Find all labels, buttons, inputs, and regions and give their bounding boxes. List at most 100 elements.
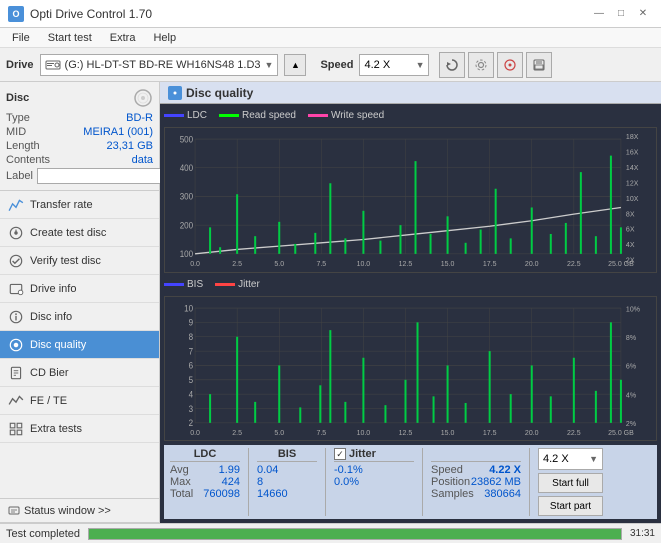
- extra-tests-icon: [8, 421, 24, 437]
- label-input[interactable]: [37, 168, 175, 184]
- sidebar-item-cd-bier[interactable]: CD Bier: [0, 359, 159, 387]
- status-window-button[interactable]: Status window >>: [0, 499, 159, 523]
- legend-jitter-label: Jitter: [238, 279, 260, 290]
- total-bis: 14660: [257, 488, 288, 500]
- sidebar-item-fe-te[interactable]: FE / TE: [0, 387, 159, 415]
- close-button[interactable]: ✕: [633, 5, 653, 23]
- sidebar-status: Status window >>: [0, 498, 159, 523]
- svg-text:12X: 12X: [626, 178, 639, 187]
- save-icon: [532, 58, 546, 72]
- svg-text:5.0: 5.0: [274, 427, 284, 436]
- svg-text:5.0: 5.0: [274, 259, 284, 268]
- svg-text:25.0 GB: 25.0 GB: [608, 427, 634, 436]
- drive-select[interactable]: (G:) HL-DT-ST BD-RE WH16NS48 1.D3 ▼: [40, 54, 279, 76]
- disc-quality-icon: [8, 337, 24, 353]
- chart1-legend: LDC Read speed Write speed: [164, 108, 657, 123]
- svg-text:400: 400: [180, 163, 194, 173]
- disc-info-icon: [8, 309, 24, 325]
- position-value: 23862 MB: [471, 476, 521, 488]
- disc-button[interactable]: [497, 52, 523, 78]
- drive-info-icon: [8, 281, 24, 297]
- sidebar-item-verify-test-disc[interactable]: Verify test disc: [0, 247, 159, 275]
- gear-icon: [474, 58, 488, 72]
- refresh-button[interactable]: [439, 52, 465, 78]
- speed-stat-value: 4.22 X: [489, 464, 521, 476]
- sidebar-item-drive-info[interactable]: Drive info: [0, 275, 159, 303]
- write-color-swatch: [308, 114, 328, 117]
- status-window-label: Status window >>: [24, 505, 111, 517]
- settings-button[interactable]: [468, 52, 494, 78]
- svg-text:22.5: 22.5: [567, 427, 581, 436]
- legend-jitter: Jitter: [215, 279, 260, 290]
- nav-label-disc-quality: Disc quality: [30, 339, 86, 351]
- disc-contents-row: Contents data: [6, 154, 153, 166]
- type-value: BD-R: [126, 112, 153, 124]
- time-elapsed: 31:31: [630, 528, 655, 539]
- svg-text:7.5: 7.5: [316, 259, 326, 268]
- speed-dropdown[interactable]: 4.2 X ▼: [538, 448, 603, 470]
- svg-text:17.5: 17.5: [483, 427, 497, 436]
- start-full-button[interactable]: Start full: [538, 473, 603, 493]
- nav-label-cd-bier: CD Bier: [30, 367, 69, 379]
- disc-header: Disc: [6, 88, 153, 108]
- avg-ldc: 1.99: [219, 464, 240, 476]
- stats-panel: LDC Avg 1.99 Max 424 Total 760098: [164, 445, 657, 519]
- sidebar-item-disc-info[interactable]: Disc info: [0, 303, 159, 331]
- titlebar-controls: — □ ✕: [589, 5, 653, 23]
- bis-max-row: 8: [257, 476, 317, 488]
- position-stats: Speed 4.22 X Position 23862 MB Samples 3…: [431, 448, 521, 516]
- svg-text:22.5: 22.5: [567, 259, 581, 268]
- save-button[interactable]: [526, 52, 552, 78]
- divider3: [422, 448, 423, 516]
- drive-icon: [45, 57, 61, 73]
- divider4: [529, 448, 530, 516]
- contents-label: Contents: [6, 154, 50, 166]
- sidebar-item-extra-tests[interactable]: Extra tests: [0, 415, 159, 443]
- progress-label: 100.0%: [89, 539, 621, 540]
- legend-read-label: Read speed: [242, 110, 296, 121]
- length-label: Length: [6, 140, 40, 152]
- speed-select[interactable]: 4.2 X ▼: [359, 54, 429, 76]
- type-label: Type: [6, 112, 30, 124]
- menu-help[interactable]: Help: [145, 30, 184, 46]
- mid-value: MEIRA1 (001): [83, 126, 153, 138]
- speed-label: Speed: [320, 59, 353, 71]
- svg-text:15.0: 15.0: [441, 427, 455, 436]
- cd-bier-icon: [8, 365, 24, 381]
- quality-header-icon: [170, 88, 180, 98]
- titlebar-left: O Opti Drive Control 1.70: [8, 6, 152, 22]
- svg-text:20.0: 20.0: [525, 259, 539, 268]
- menu-extra[interactable]: Extra: [102, 30, 144, 46]
- avg-bis: 0.04: [257, 464, 278, 476]
- start-part-button[interactable]: Start part: [538, 496, 603, 516]
- legend-ldc: LDC: [164, 110, 207, 121]
- chart1-container: 500 400 300 200 100 18X 16X 14X 12X 10X …: [164, 127, 657, 273]
- fe-te-icon: [8, 393, 24, 409]
- samples-row: Samples 380664: [431, 488, 521, 500]
- ldc-stats: LDC Avg 1.99 Max 424 Total 760098: [170, 448, 240, 516]
- menu-file[interactable]: File: [4, 30, 38, 46]
- svg-text:20.0: 20.0: [525, 427, 539, 436]
- sidebar-item-disc-quality[interactable]: Disc quality: [0, 331, 159, 359]
- menubar: File Start test Extra Help: [0, 28, 661, 48]
- sidebar-item-create-test-disc[interactable]: Create test disc: [0, 219, 159, 247]
- progress-fill: [89, 529, 621, 539]
- app-icon: O: [8, 6, 24, 22]
- ldc-total-row: Total 760098: [170, 488, 240, 500]
- transfer-rate-icon: [8, 197, 24, 213]
- svg-text:5: 5: [189, 374, 194, 384]
- disc-type-row: Type BD-R: [6, 112, 153, 124]
- jitter-checkbox[interactable]: ✓: [334, 448, 346, 460]
- minimize-button[interactable]: —: [589, 5, 609, 23]
- svg-text:10: 10: [184, 302, 193, 312]
- nav-label-transfer-rate: Transfer rate: [30, 199, 93, 211]
- nav-label-disc-info: Disc info: [30, 311, 72, 323]
- maximize-button[interactable]: □: [611, 5, 631, 23]
- menu-start-test[interactable]: Start test: [40, 30, 100, 46]
- disc-length-row: Length 23,31 GB: [6, 140, 153, 152]
- sidebar-item-transfer-rate[interactable]: Transfer rate: [0, 191, 159, 219]
- svg-text:200: 200: [180, 220, 194, 230]
- svg-text:7.5: 7.5: [316, 427, 326, 436]
- eject-button[interactable]: ▲: [284, 54, 306, 76]
- ldc-header: LDC: [170, 448, 240, 462]
